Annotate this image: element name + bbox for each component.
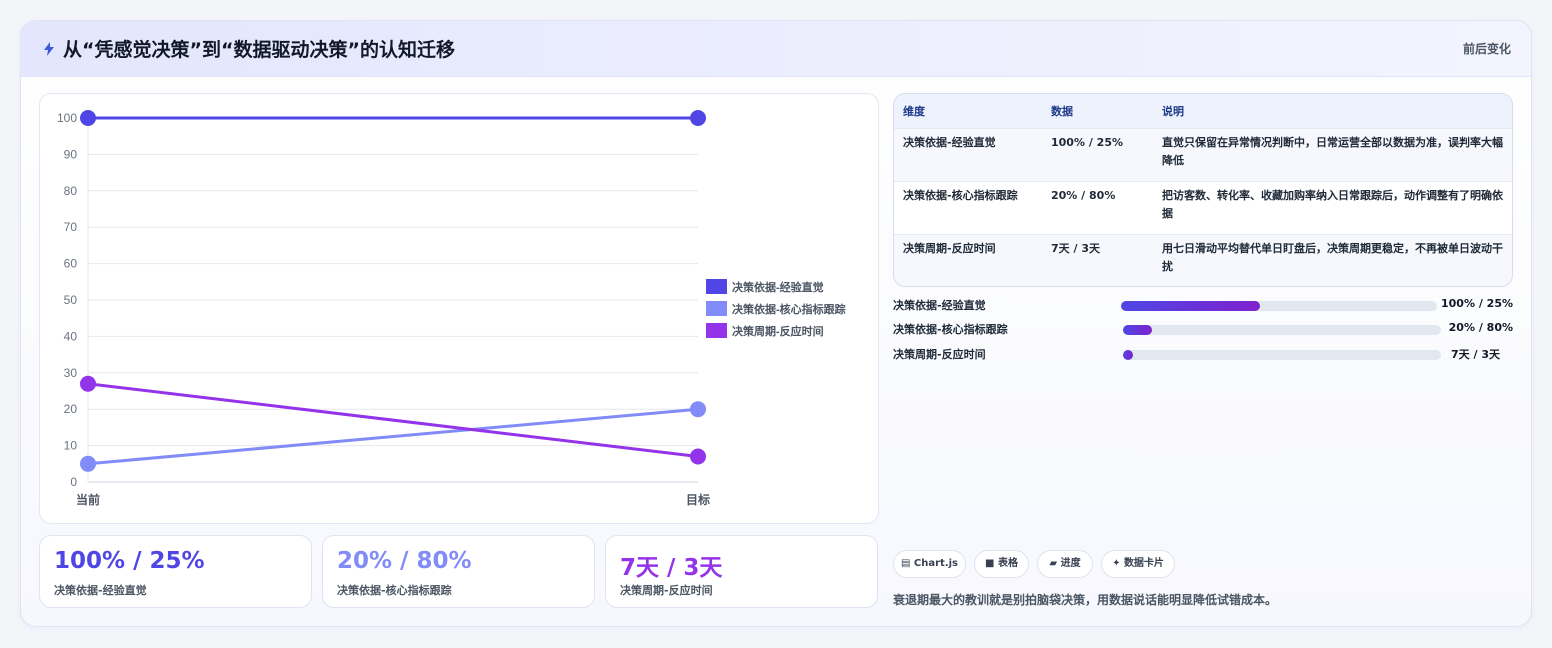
table-cell: 决策依据-核心指标跟踪	[903, 188, 1018, 202]
progress-track	[1121, 301, 1437, 311]
data-point	[690, 448, 706, 465]
table-cell: 决策周期-反应时间	[903, 241, 996, 255]
card-header: 从“凭感觉决策”到“数据驱动决策”的认知迁移 前后变化	[21, 21, 1531, 77]
line-chart-panel: 0 10 20 30 40 50 60 70 80 90 100 当前 目标 决策依据-经验直觉决策依据-…	[39, 93, 879, 524]
legend-label: 决策周期-反应时间	[732, 324, 824, 338]
chip-chartjs[interactable]: ▤ Chart.js	[893, 550, 966, 578]
chip-data-card[interactable]: ✦ 数据卡片	[1101, 550, 1175, 578]
stat-value: 7天 / 3天	[620, 555, 723, 581]
progress-fill	[1121, 301, 1261, 311]
table-header-cell: 维度	[903, 104, 925, 118]
legend-swatch	[706, 301, 727, 316]
y-tick-label: 90	[64, 147, 78, 161]
footer-note: 衰退期最大的教训就是别拍脑袋决策，用数据说话能明显降低试错成本。	[893, 593, 1278, 607]
progress-value: 100% / 25%	[1441, 297, 1513, 310]
chip-progress[interactable]: ▰ 进度	[1037, 550, 1093, 578]
chip-label: Chart.js	[913, 558, 959, 569]
progress-track	[1123, 350, 1441, 360]
y-tick-label: 40	[64, 329, 78, 343]
x-tick-label: 当前	[76, 492, 100, 507]
data-point	[80, 110, 96, 126]
chart-icon: ▤	[900, 558, 914, 569]
y-tick-label: 100	[57, 111, 77, 125]
header-tag: 前后变化	[1462, 42, 1511, 56]
progress-row-1: 决策依据-经验直觉 100% / 25%	[893, 297, 1513, 313]
table-cell: 把访客数、转化率、收藏加购率纳入日常跟踪后，动作调整有了明确依据	[1162, 188, 1503, 220]
chip-label: 进度	[1060, 558, 1081, 569]
legend-label: 决策依据-经验直觉	[732, 280, 824, 294]
stat-label: 决策依据-核心指标跟踪	[337, 584, 452, 597]
progress-fill	[1123, 325, 1152, 335]
progress-fill	[1123, 350, 1133, 360]
progress-track	[1123, 325, 1441, 335]
table-cell: 20% / 80%	[1051, 188, 1116, 202]
table-cell: 100% / 25%	[1051, 135, 1123, 149]
data-point	[80, 455, 96, 472]
main-card: 从“凭感觉决策”到“数据驱动决策”的认知迁移 前后变化 0 10 20 30 40 50 6…	[20, 20, 1532, 627]
chip-table[interactable]: ■ 表格	[974, 550, 1029, 578]
x-tick-label: 目标	[686, 492, 710, 507]
progress-value: 7天 / 3天	[1451, 348, 1500, 361]
series-line	[87, 407, 699, 466]
progress-label: 决策周期-反应时间	[893, 348, 986, 361]
table-row: 决策依据-核心指标跟踪 20% / 80% 把访客数、转化率、收藏加购率纳入日常…	[894, 181, 1512, 234]
table-cell: 7天 / 3天	[1051, 241, 1100, 255]
y-tick-label: 70	[64, 220, 78, 234]
card-icon: ✦	[1112, 558, 1124, 569]
table-cell: 直觉只保留在异常情况判断中，日常运营全部以数据为准，误判率大幅降低	[1162, 135, 1503, 167]
legend-swatch	[706, 323, 727, 338]
stat-label: 决策依据-经验直觉	[54, 584, 147, 597]
progress-icon: ▰	[1049, 558, 1061, 569]
line-chart: 0 10 20 30 40 50 60 70 80 90 100 当前 目标 决策依据-经验直觉决策依据-…	[57, 110, 846, 507]
table-cell: 用七日滑动平均替代单日盯盘后，决策周期更稳定，不再被单日波动干扰	[1162, 241, 1503, 273]
stat-label: 决策周期-反应时间	[620, 584, 713, 597]
stat-value: 20% / 80%	[337, 548, 472, 574]
y-tick-label: 30	[64, 366, 78, 380]
y-tick-label: 20	[64, 402, 78, 416]
progress-label: 决策依据-核心指标跟踪	[893, 323, 1008, 336]
progress-label: 决策依据-经验直觉	[893, 299, 986, 312]
y-tick-label: 80	[64, 184, 78, 198]
legend-swatch	[706, 279, 727, 294]
y-tick-label: 60	[64, 257, 78, 271]
table-header-cell: 数据	[1051, 104, 1073, 118]
stat-card-2: 20% / 80% 决策依据-核心指标跟踪	[322, 535, 595, 608]
progress-row-3: 决策周期-反应时间 7天 / 3天	[893, 346, 1513, 362]
legend-label: 决策依据-核心指标跟踪	[732, 302, 846, 316]
stat-card-1: 100% / 25% 决策依据-经验直觉	[39, 535, 312, 608]
y-tick-label: 50	[64, 293, 78, 307]
table-header-cell: 说明	[1162, 104, 1184, 118]
table-row: 决策依据-经验直觉 100% / 25% 直觉只保留在异常情况判断中，日常运营全…	[894, 128, 1512, 181]
data-point	[690, 110, 706, 126]
y-tick-label: 10	[64, 439, 78, 453]
table-icon: ■	[985, 558, 998, 569]
data-point	[690, 401, 706, 418]
stat-card-3: 7天 / 3天 决策周期-反应时间	[605, 535, 878, 608]
y-tick-label: 0	[70, 475, 77, 489]
page-title: 从“凭感觉决策”到“数据驱动决策”的认知迁移	[63, 39, 455, 61]
data-table: 维度 数据 说明 决策依据-经验直觉 100% / 25% 直觉只保留在异常情况…	[893, 93, 1513, 287]
chip-label: 数据卡片	[1123, 558, 1164, 569]
table-row: 决策周期-反应时间 7天 / 3天 用七日滑动平均替代单日盯盘后，决策周期更稳定…	[894, 234, 1512, 286]
progress-value: 20% / 80%	[1448, 321, 1513, 334]
data-point	[80, 375, 96, 392]
table-header-row: 维度 数据 说明	[894, 94, 1512, 128]
stat-value: 100% / 25%	[54, 548, 205, 574]
table-cell: 决策依据-经验直觉	[903, 135, 996, 149]
chip-label: 表格	[997, 558, 1018, 569]
lightning-icon	[44, 42, 54, 56]
progress-row-2: 决策依据-核心指标跟踪 20% / 80%	[893, 321, 1513, 337]
